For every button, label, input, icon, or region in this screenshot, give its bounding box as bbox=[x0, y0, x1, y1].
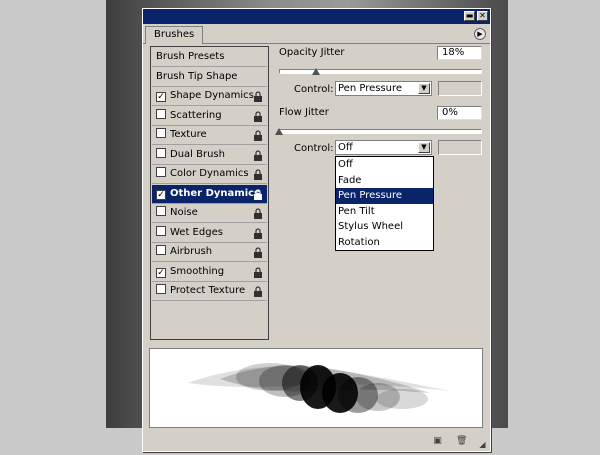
opacity-jitter-value[interactable]: 18% bbox=[437, 46, 482, 60]
resize-grip-icon[interactable]: ◢ bbox=[477, 440, 488, 451]
sidebar-item-noise[interactable]: Noise bbox=[152, 204, 267, 223]
lock-icon[interactable] bbox=[253, 227, 263, 239]
dropdown-option-pen-tilt[interactable]: Pen Tilt bbox=[336, 204, 433, 220]
flow-control-select[interactable]: Off ▼ bbox=[335, 140, 432, 155]
flow-jitter-value[interactable]: 0% bbox=[437, 106, 482, 120]
sidebar-item-label: Other Dynamics bbox=[170, 187, 261, 199]
panel-titlebar[interactable]: ▬ ✕ bbox=[143, 9, 490, 24]
checkbox[interactable] bbox=[156, 108, 166, 119]
lock-icon[interactable] bbox=[253, 247, 263, 258]
opacity-jitter-slider-thumb[interactable] bbox=[311, 68, 320, 75]
dropdown-option-rotation[interactable]: Rotation bbox=[336, 235, 433, 251]
brush-settings-list: Brush Presets Brush Tip Shape ✓ Shape Dynam… bbox=[150, 46, 269, 340]
brush-stroke-preview bbox=[149, 348, 483, 428]
checkbox[interactable] bbox=[156, 147, 166, 158]
checkbox[interactable]: ✓ bbox=[156, 92, 166, 102]
sidebar-item-label: Brush Tip Shape bbox=[156, 70, 238, 82]
sidebar-item-other-dynamics[interactable]: ✓ Other Dynamics bbox=[152, 184, 267, 204]
opacity-minimum-field bbox=[438, 81, 482, 96]
flow-jitter-label: Flow Jitter bbox=[279, 107, 329, 118]
lock-icon[interactable] bbox=[253, 91, 263, 102]
lock-icon[interactable] bbox=[253, 130, 263, 141]
tab-brushes[interactable]: Brushes bbox=[145, 26, 204, 44]
checkbox[interactable]: ✓ bbox=[156, 267, 166, 278]
lock-icon[interactable] bbox=[253, 286, 263, 297]
opacity-control-label: Control: bbox=[294, 84, 334, 95]
flow-jitter-slider-thumb[interactable] bbox=[275, 128, 283, 135]
chevron-down-icon[interactable]: ▼ bbox=[418, 142, 430, 153]
opacity-jitter-slider[interactable] bbox=[279, 69, 482, 74]
panel-menu-icon[interactable]: ▶ bbox=[474, 28, 486, 40]
sidebar-item-label: Smoothing bbox=[170, 265, 225, 277]
sidebar-item-label: Airbrush bbox=[170, 246, 213, 257]
sidebar-item-label: Brush Presets bbox=[156, 51, 225, 62]
opacity-jitter-label: Opacity Jitter bbox=[279, 47, 345, 58]
checkbox[interactable] bbox=[156, 167, 166, 177]
checkbox[interactable]: ✓ bbox=[156, 189, 166, 200]
lock-icon[interactable] bbox=[253, 169, 263, 180]
sidebar-item-label: Color Dynamics bbox=[170, 168, 249, 179]
lock-icon[interactable] bbox=[253, 149, 263, 161]
control-dropdown-menu: Off Fade Pen Pressure Pen Tilt Stylus Wheel R… bbox=[335, 156, 434, 251]
opacity-control-value: Pen Pressure bbox=[338, 83, 403, 94]
sidebar-item-label: Scattering bbox=[170, 109, 222, 121]
sidebar-item-brush-presets[interactable]: Brush Presets bbox=[152, 48, 267, 67]
flow-control-value: Off bbox=[338, 142, 353, 153]
sidebar-item-scattering[interactable]: Scattering bbox=[152, 107, 267, 126]
minimize-icon[interactable]: ▬ bbox=[464, 11, 475, 21]
chevron-down-icon[interactable]: ▼ bbox=[418, 83, 430, 94]
tab-row: Brushes ▶ bbox=[143, 24, 490, 44]
flow-minimum-field bbox=[438, 140, 482, 155]
lock-icon[interactable] bbox=[253, 188, 263, 200]
checkbox[interactable] bbox=[156, 284, 166, 294]
checkbox[interactable] bbox=[156, 225, 166, 236]
sidebar-item-label: Protect Texture bbox=[170, 285, 246, 296]
sidebar-item-protect-texture[interactable]: Protect Texture bbox=[152, 282, 267, 301]
opacity-control-select[interactable]: Pen Pressure ▼ bbox=[335, 81, 432, 96]
dropdown-option-fade[interactable]: Fade bbox=[336, 173, 433, 189]
checkbox[interactable] bbox=[156, 128, 166, 138]
flow-control-label: Control: bbox=[294, 143, 334, 154]
close-icon[interactable]: ✕ bbox=[477, 11, 488, 21]
sidebar-item-label: Noise bbox=[170, 207, 198, 218]
sidebar-item-brush-tip-shape[interactable]: Brush Tip Shape bbox=[152, 68, 267, 87]
brushes-panel: ▬ ✕ Brushes ▶ Brush Presets Brush Tip Sha… bbox=[142, 8, 491, 452]
sidebar-item-smoothing[interactable]: ✓ Smoothing bbox=[152, 263, 267, 282]
sidebar-item-color-dynamics[interactable]: Color Dynamics bbox=[152, 165, 267, 184]
lock-icon[interactable] bbox=[253, 266, 263, 278]
sidebar-item-label: Shape Dynamics bbox=[170, 90, 254, 101]
sidebar-item-airbrush[interactable]: Airbrush bbox=[152, 243, 267, 262]
sidebar-item-label: Wet Edges bbox=[170, 226, 223, 238]
brush-stroke-preview-image bbox=[188, 363, 450, 413]
new-preset-icon[interactable]: ▣ bbox=[432, 436, 443, 447]
sidebar-item-texture[interactable]: Texture bbox=[152, 126, 267, 145]
dropdown-option-off[interactable]: Off bbox=[336, 157, 433, 173]
dropdown-option-pen-pressure[interactable]: Pen Pressure bbox=[336, 188, 433, 204]
flow-jitter-slider[interactable] bbox=[279, 129, 482, 134]
sidebar-item-shape-dynamics[interactable]: ✓ Shape Dynamics bbox=[152, 87, 267, 106]
sidebar-item-wet-edges[interactable]: Wet Edges bbox=[152, 224, 267, 243]
checkbox[interactable] bbox=[156, 206, 166, 216]
trash-icon[interactable]: 🗑 bbox=[456, 436, 467, 447]
lock-icon[interactable] bbox=[253, 110, 263, 122]
dropdown-option-stylus-wheel[interactable]: Stylus Wheel bbox=[336, 219, 433, 235]
sidebar-item-dual-brush[interactable]: Dual Brush bbox=[152, 146, 267, 165]
lock-icon[interactable] bbox=[253, 208, 263, 219]
sidebar-item-label: Texture bbox=[170, 129, 207, 140]
sidebar-item-label: Dual Brush bbox=[170, 148, 225, 160]
checkbox[interactable] bbox=[156, 245, 166, 255]
